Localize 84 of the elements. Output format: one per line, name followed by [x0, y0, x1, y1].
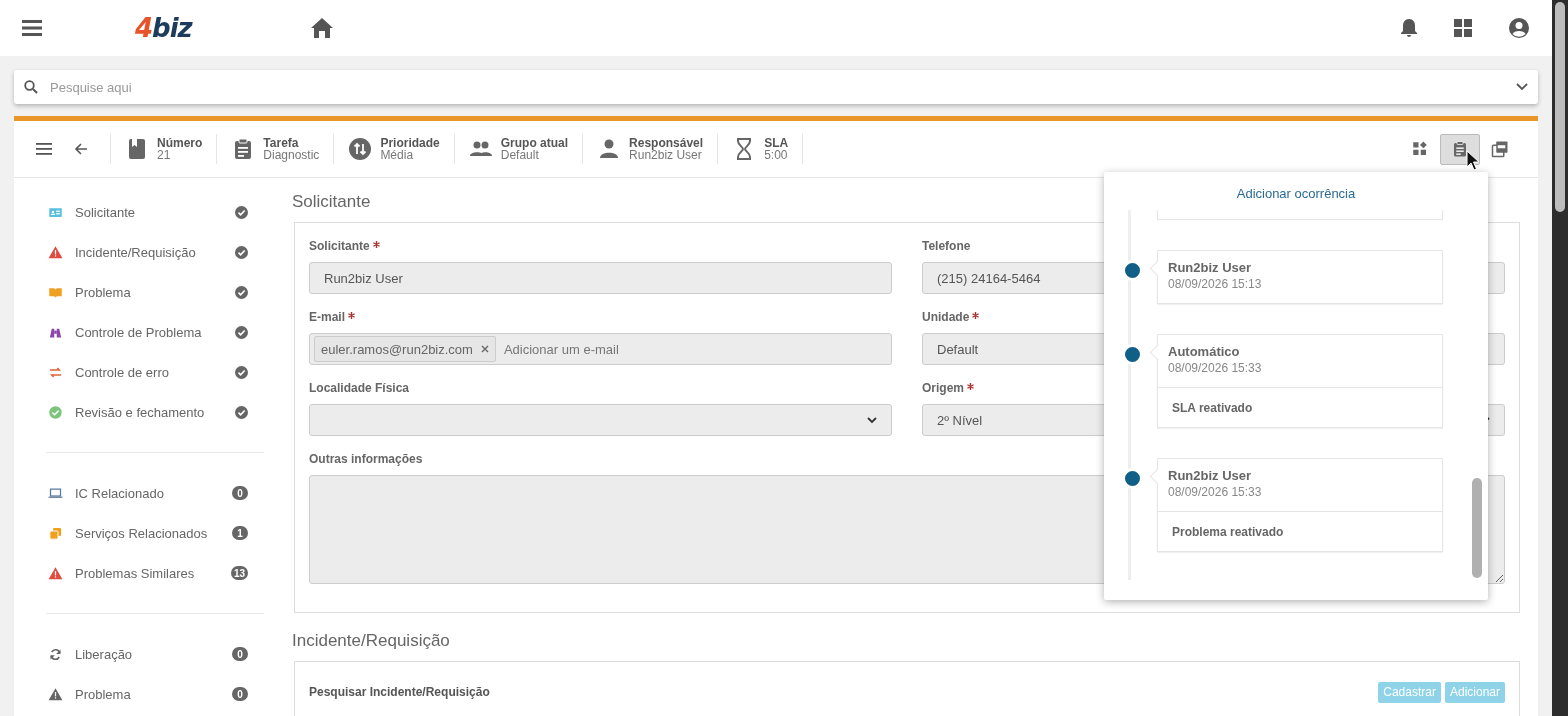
- priority-icon: [348, 137, 373, 161]
- logo[interactable]: 4biz: [135, 13, 192, 43]
- clipboard-icon: [1451, 140, 1469, 158]
- email-input[interactable]: Adicionar um e-mail: [501, 340, 887, 358]
- pdf-icon: [1491, 140, 1509, 158]
- occurrence-date: 08/09/2026 15:33: [1168, 485, 1263, 499]
- field-value: Média: [380, 149, 415, 161]
- sidebar-item[interactable]: Incidente/Requisição: [32, 232, 278, 272]
- sidebar-item[interactable]: Revisão e fechamento: [32, 392, 278, 432]
- laptop-icon: [48, 485, 63, 501]
- occurrence-author: Run2biz User: [1168, 468, 1253, 483]
- sidebar-item[interactable]: Controle de erro: [32, 352, 278, 392]
- refresh-icon: [48, 646, 63, 662]
- field-label: Tarefa: [263, 137, 300, 149]
- check-circle-icon: [48, 404, 63, 420]
- copy-icon: [48, 525, 63, 541]
- select-field[interactable]: [309, 404, 892, 436]
- widgets-icon: [1411, 140, 1429, 158]
- field-value: Run2biz User: [629, 149, 702, 161]
- occurrence-date: 08/09/2026 15:13: [1168, 277, 1263, 291]
- occurrence-note: Problema reativado: [1158, 511, 1442, 551]
- field-label: SLA: [764, 137, 789, 149]
- count-badge: 0: [232, 647, 248, 661]
- check-icon: [235, 365, 248, 379]
- count-badge: 13: [230, 566, 248, 580]
- check-icon: [235, 205, 248, 219]
- section-title: Solicitante: [292, 191, 371, 213]
- menu-icon[interactable]: [22, 20, 42, 36]
- sidebar-item[interactable]: Serviços Relacionados 1: [32, 513, 278, 553]
- field-label: Número: [157, 137, 203, 149]
- back-arrow-icon[interactable]: [74, 142, 88, 156]
- occurrence-note: SLA reativado: [1158, 387, 1442, 427]
- sidebar-item[interactable]: Controle de Problema: [32, 312, 278, 352]
- user-icon[interactable]: [1508, 17, 1530, 39]
- occurrence-date: 08/09/2026 15:33: [1168, 361, 1263, 375]
- check-icon: [235, 325, 248, 339]
- alert-icon: [48, 565, 63, 581]
- field-label: E-mail: [309, 309, 345, 326]
- sidebar-item[interactable]: Liberação 0: [32, 634, 278, 674]
- text-field[interactable]: Run2biz User: [309, 262, 892, 294]
- field-label: Prioridade: [380, 137, 440, 149]
- field-label: Unidade: [922, 309, 970, 326]
- occurrence-author: Run2biz User: [1168, 260, 1253, 275]
- bell-icon[interactable]: [1400, 18, 1418, 38]
- home-icon[interactable]: [309, 17, 334, 39]
- count-badge: 0: [232, 486, 248, 500]
- section-title: Incidente/Requisição: [292, 630, 450, 652]
- field-value: 21: [157, 149, 172, 161]
- alert-muted-icon: [48, 686, 63, 702]
- field-label: Pesquisar Incidente/Requisição: [309, 685, 491, 699]
- search-icon: [24, 80, 38, 94]
- sidebar-item[interactable]: Problema 0: [32, 674, 278, 714]
- email-field[interactable]: euler.ramos@run2biz.com Adicionar um e-mail: [309, 333, 892, 365]
- menu-icon[interactable]: [36, 143, 52, 155]
- check-icon: [235, 285, 248, 299]
- apps-icon[interactable]: [1454, 19, 1472, 37]
- sidebar-item[interactable]: IC Relacionado 0: [32, 473, 278, 513]
- sidebar-item[interactable]: Solicitante: [32, 192, 278, 232]
- field-value: Default: [500, 149, 540, 161]
- field-label: Grupo atual: [500, 137, 569, 149]
- occurrence-author: Automático: [1168, 344, 1241, 359]
- chevron-down-icon[interactable]: [1516, 83, 1528, 91]
- search-field[interactable]: Pesquise aqui: [48, 78, 1506, 96]
- sidebar-item[interactable]: Problema: [32, 272, 278, 312]
- field-value: Diagnostic: [263, 149, 320, 161]
- check-icon: [235, 405, 248, 419]
- chevron-down-icon: [867, 416, 877, 424]
- sidebar-item[interactable]: Problemas Similares 13: [32, 553, 278, 593]
- scrollbar[interactable]: [1552, 0, 1568, 716]
- close-icon[interactable]: [480, 345, 489, 353]
- count-badge: 0: [232, 687, 248, 701]
- field-label: Telefone: [922, 238, 971, 255]
- field-label: Localidade Física: [309, 380, 410, 397]
- check-icon: [235, 245, 248, 259]
- search-bar[interactable]: Pesquise aqui: [14, 70, 1538, 104]
- field-label: Outras informações: [309, 451, 423, 468]
- field-value: 5:00: [764, 149, 789, 161]
- field-label: Solicitante: [309, 238, 370, 255]
- email-tag[interactable]: euler.ramos@run2biz.com: [314, 336, 496, 362]
- add-occurrence-link[interactable]: Adicionar ocorrência: [1236, 185, 1356, 203]
- alert-icon: [48, 244, 63, 260]
- field-label: Origem: [922, 380, 964, 397]
- count-badge: 1: [232, 526, 248, 540]
- field-label: Responsável: [629, 137, 704, 149]
